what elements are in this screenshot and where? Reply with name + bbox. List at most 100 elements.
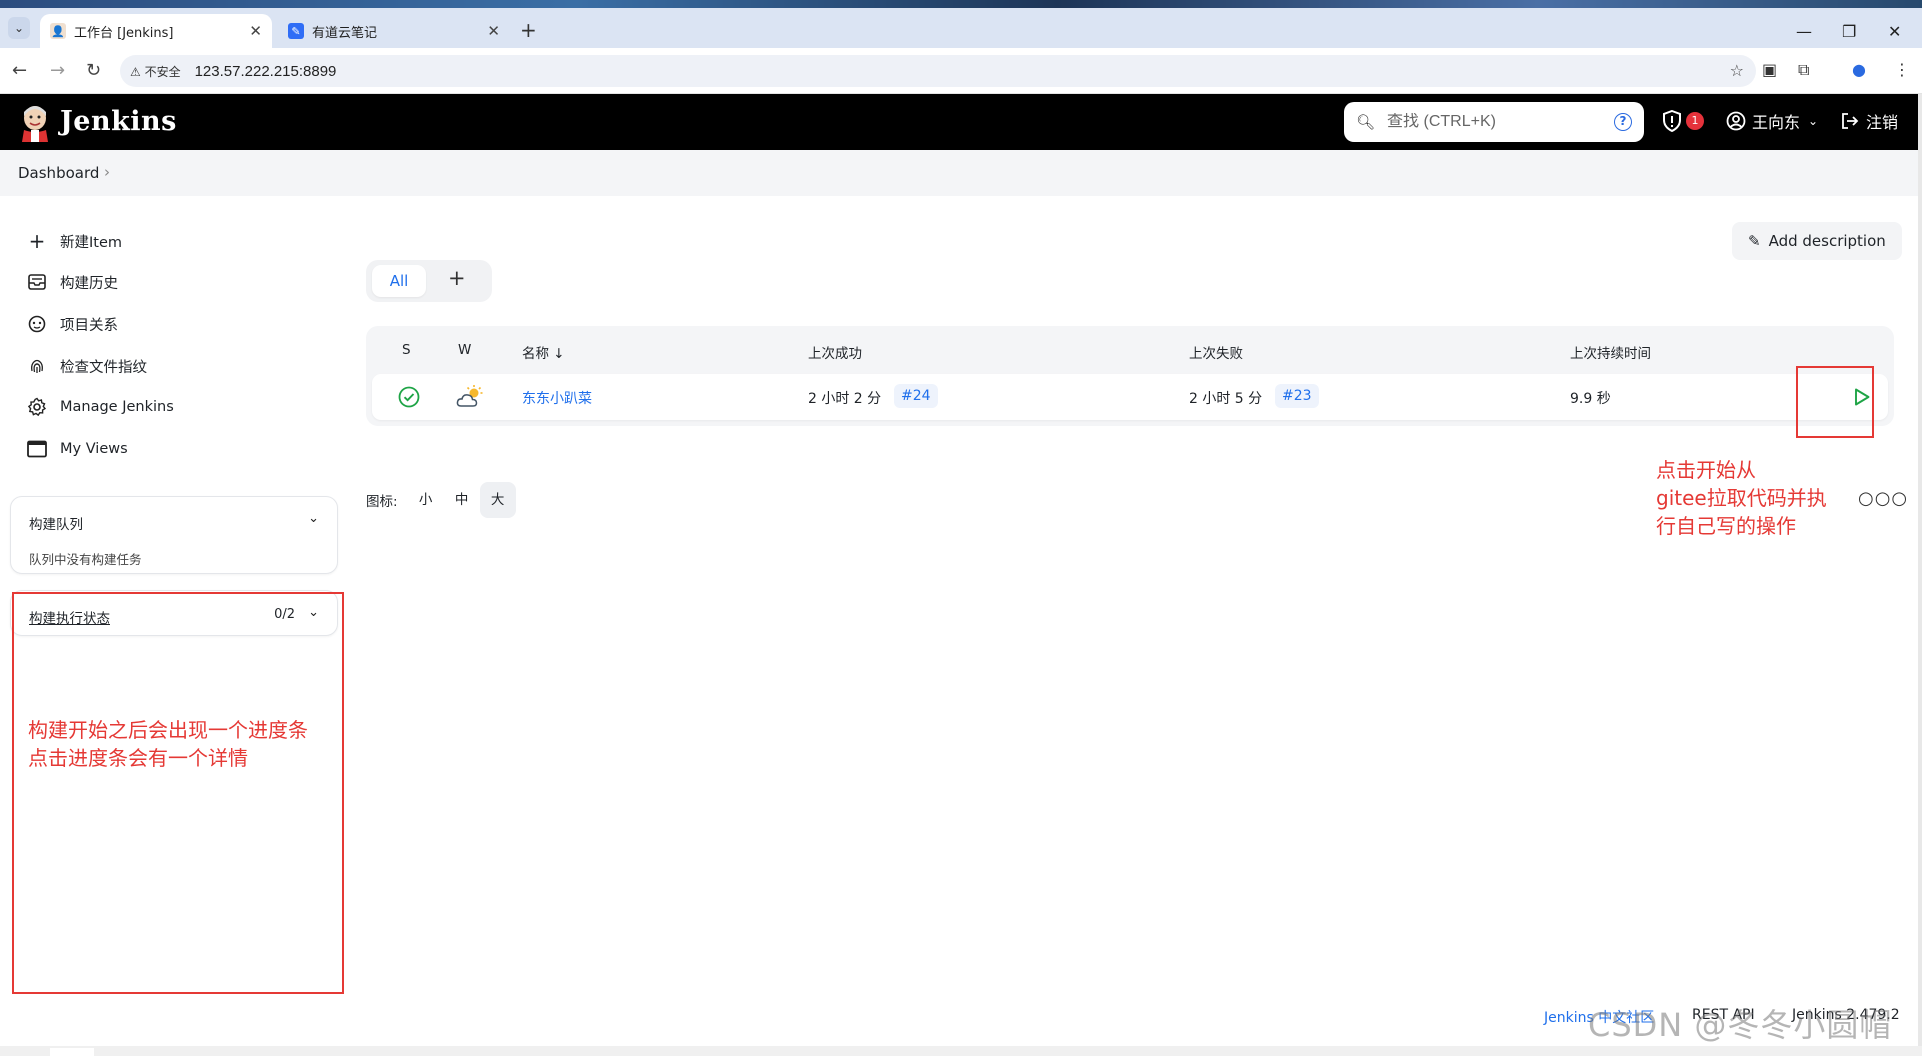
chevron-down-icon: ⌄ — [1808, 114, 1819, 128]
build-queue-title[interactable]: 构建队列 — [29, 513, 83, 533]
chevron-right-icon[interactable]: › — [104, 163, 110, 181]
last-duration: 9.9 秒 — [1570, 391, 1611, 407]
sidebar-item-manage-jenkins[interactable]: Manage Jenkins — [26, 394, 174, 420]
success-check-icon — [398, 386, 420, 408]
breadcrumb-dashboard[interactable]: Dashboard — [18, 164, 99, 182]
annotation-box-executors — [12, 592, 344, 994]
annotation-text-executors: 构建开始之后会出现一个进度条 点击进度条会有一个详情 — [28, 716, 338, 772]
build-queue-panel: 构建队列 ⌄ 队列中没有构建任务 — [10, 496, 338, 574]
browser-tab-bar: ⌄ 👤 工作台 [Jenkins] ✕ ✎ 有道云笔记 ✕ + — ❐ ✕ — [0, 8, 1922, 48]
annotation-line: gitee拉取代码并执 — [1656, 486, 1827, 510]
last-failure-time: 2 小时 5 分 — [1189, 391, 1263, 407]
header-weather[interactable]: W — [458, 342, 471, 358]
annotation-line: 点击开始从 — [1656, 458, 1756, 482]
close-window-icon[interactable]: ✕ — [1888, 22, 1901, 41]
jenkins-brand[interactable]: Jenkins — [60, 106, 177, 137]
user-name: 王向东 — [1752, 113, 1801, 132]
header-last-failure[interactable]: 上次失败 — [1189, 342, 1243, 362]
header-name[interactable]: 名称 ↓ — [522, 342, 565, 362]
history-icon — [26, 271, 48, 293]
add-view-button[interactable]: + — [448, 266, 466, 290]
annotation-text-build-button: 点击开始从 gitee拉取代码并执 行自己写的操作 — [1656, 456, 1876, 540]
table-row: 东东小趴菜 2 小时 2 分 #24 2 小时 5 分 #23 9.9 秒 — [372, 374, 1888, 420]
bookmark-star-icon[interactable]: ☆ — [1730, 61, 1744, 80]
build-queue-empty-text: 队列中没有构建任务 — [29, 552, 142, 567]
menu-dots-icon[interactable]: ⋮ — [1894, 60, 1910, 79]
logout-button[interactable]: 注销 — [1840, 109, 1898, 133]
restore-icon[interactable]: ❐ — [1842, 22, 1856, 41]
tab-title: 工作台 [Jenkins] — [74, 25, 174, 41]
sidebar-item-label: 检查文件指纹 — [60, 359, 147, 376]
sidebar-item-new-item[interactable]: + 新建Item — [26, 228, 122, 254]
icon-size-legend: 图标: 小 中 大 — [366, 482, 516, 518]
back-icon[interactable]: ← — [12, 60, 27, 81]
annotation-line: 行自己写的操作 — [1656, 514, 1796, 538]
sidebar-item-label: 构建历史 — [60, 275, 118, 292]
close-tab-icon[interactable]: ✕ — [249, 22, 262, 40]
annotation-box-build-button — [1796, 366, 1874, 438]
chevron-down-icon[interactable]: ⌄ — [308, 511, 319, 526]
sidebar-item-label: 项目关系 — [60, 317, 118, 334]
sidebar-item-my-views[interactable]: My Views — [26, 436, 128, 462]
fingerprint-icon — [26, 355, 48, 377]
breadcrumb: Dashboard › — [0, 150, 1918, 196]
header-last-success[interactable]: 上次成功 — [808, 342, 862, 362]
jenkins-header: Jenkins 🔍︎ ? 1 王向东 ⌄ 注销 — [0, 94, 1918, 150]
icon-size-small[interactable]: 小 — [408, 482, 444, 518]
tab-search-button[interactable]: ⌄ — [8, 17, 30, 39]
icon-size-large[interactable]: 大 — [479, 482, 516, 518]
jobs-table: S W 名称 ↓ 上次成功 上次失败 上次持续时间 东东小趴菜 2 小时 2 分… — [366, 326, 1894, 426]
horizontal-scrollbar[interactable] — [0, 1046, 1922, 1056]
profile-icon[interactable]: ● — [1852, 60, 1866, 79]
help-icon[interactable]: ? — [1614, 113, 1632, 131]
last-failure-build-link[interactable]: #23 — [1275, 384, 1319, 408]
logout-icon — [1842, 113, 1859, 129]
last-success-time: 2 小时 2 分 — [808, 391, 882, 407]
job-name-link[interactable]: 东东小趴菜 — [522, 388, 592, 408]
security-alerts[interactable]: 1 — [1662, 110, 1704, 132]
last-success-build-link[interactable]: #24 — [894, 384, 938, 408]
sidebar-item-label: My Views — [60, 441, 128, 457]
jenkins-logo-icon[interactable] — [18, 104, 52, 142]
puzzle-icon[interactable]: ⧉ — [1798, 60, 1809, 80]
view-tabs: All + — [366, 260, 492, 302]
window-icon — [26, 438, 48, 460]
reload-icon[interactable]: ↻ — [86, 60, 101, 81]
minimize-icon[interactable]: — — [1796, 22, 1812, 41]
add-description-button[interactable]: ✎ Add description — [1732, 222, 1902, 260]
address-bar[interactable]: ⚠ 不安全 123.57.222.215:8899 ☆ — [120, 55, 1756, 87]
sidebar-item-project-relations[interactable]: 项目关系 — [26, 311, 118, 337]
close-tab-icon[interactable]: ✕ — [487, 22, 500, 40]
insecure-label: 不安全 — [144, 64, 181, 79]
header-status[interactable]: S — [402, 342, 411, 358]
insecure-indicator[interactable]: ⚠ 不安全 — [130, 63, 181, 80]
browser-toolbar: ← → ↻ ⚠ 不安全 123.57.222.215:8899 ☆ ▣ ⧉ ● … — [0, 48, 1922, 94]
pencil-icon: ✎ — [1748, 232, 1761, 250]
browser-tab-youdao[interactable]: ✎ 有道云笔记 ✕ — [278, 14, 510, 48]
add-description-label: Add description — [1768, 232, 1886, 250]
extension-icon[interactable]: ▣ — [1762, 60, 1777, 79]
user-menu[interactable]: 王向东 ⌄ — [1726, 109, 1818, 133]
search-box[interactable]: 🔍︎ ? — [1344, 102, 1644, 142]
browser-tab-jenkins[interactable]: 👤 工作台 [Jenkins] ✕ — [40, 14, 272, 48]
user-icon — [1726, 111, 1746, 131]
partly-cloudy-icon — [456, 385, 483, 407]
new-tab-button[interactable]: + — [520, 20, 537, 40]
icon-size-medium[interactable]: 中 — [444, 482, 480, 518]
csdn-watermark: CSDN @冬冬小圆帽 — [1588, 1006, 1893, 1044]
os-taskbar-strip — [0, 0, 1922, 8]
tab-all[interactable]: All — [372, 265, 426, 297]
sidebar-item-label: Manage Jenkins — [60, 399, 174, 415]
search-input[interactable] — [1387, 113, 1608, 131]
sidebar-item-build-history[interactable]: 构建历史 — [26, 269, 118, 295]
vertical-scrollbar[interactable] — [1918, 94, 1922, 1046]
jenkins-favicon-icon: 👤 — [50, 23, 66, 39]
gear-icon — [26, 396, 48, 418]
forward-icon[interactable]: → — [50, 60, 65, 81]
scrollbar-thumb[interactable] — [50, 1048, 94, 1056]
search-icon: 🔍︎ — [1356, 113, 1376, 131]
annotation-line: 构建开始之后会出现一个进度条 — [28, 718, 308, 742]
sidebar-item-fingerprint[interactable]: 检查文件指纹 — [26, 353, 147, 379]
header-last-duration[interactable]: 上次持续时间 — [1570, 342, 1651, 362]
plus-icon: + — [28, 229, 46, 253]
